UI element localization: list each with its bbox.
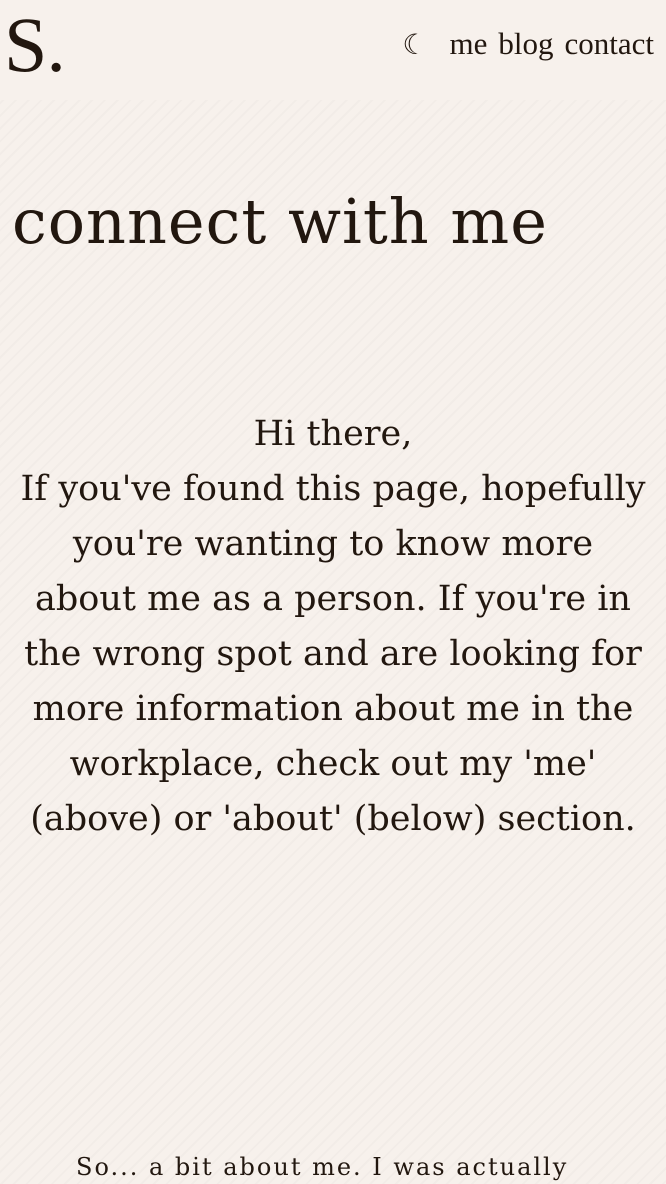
site-header: S. ☾ me blog contact — [0, 0, 666, 100]
nav-link-contact[interactable]: contact — [564, 26, 654, 62]
about-paragraph: So... a bit about me. I was actually — [76, 1153, 569, 1181]
page-title: connect with me — [12, 185, 548, 258]
intro-greeting: Hi there, — [253, 414, 413, 454]
nav-link-blog[interactable]: blog — [498, 26, 553, 62]
intro-block: Hi there, If you've found this page, hop… — [20, 407, 646, 847]
nav-link-me[interactable]: me — [449, 26, 487, 62]
intro-paragraph: If you've found this page, hopefully you… — [20, 469, 646, 839]
moon-icon[interactable]: ☾ — [402, 28, 427, 64]
main-nav: ☾ me blog contact — [402, 26, 654, 62]
site-logo[interactable]: S. — [4, 6, 66, 84]
